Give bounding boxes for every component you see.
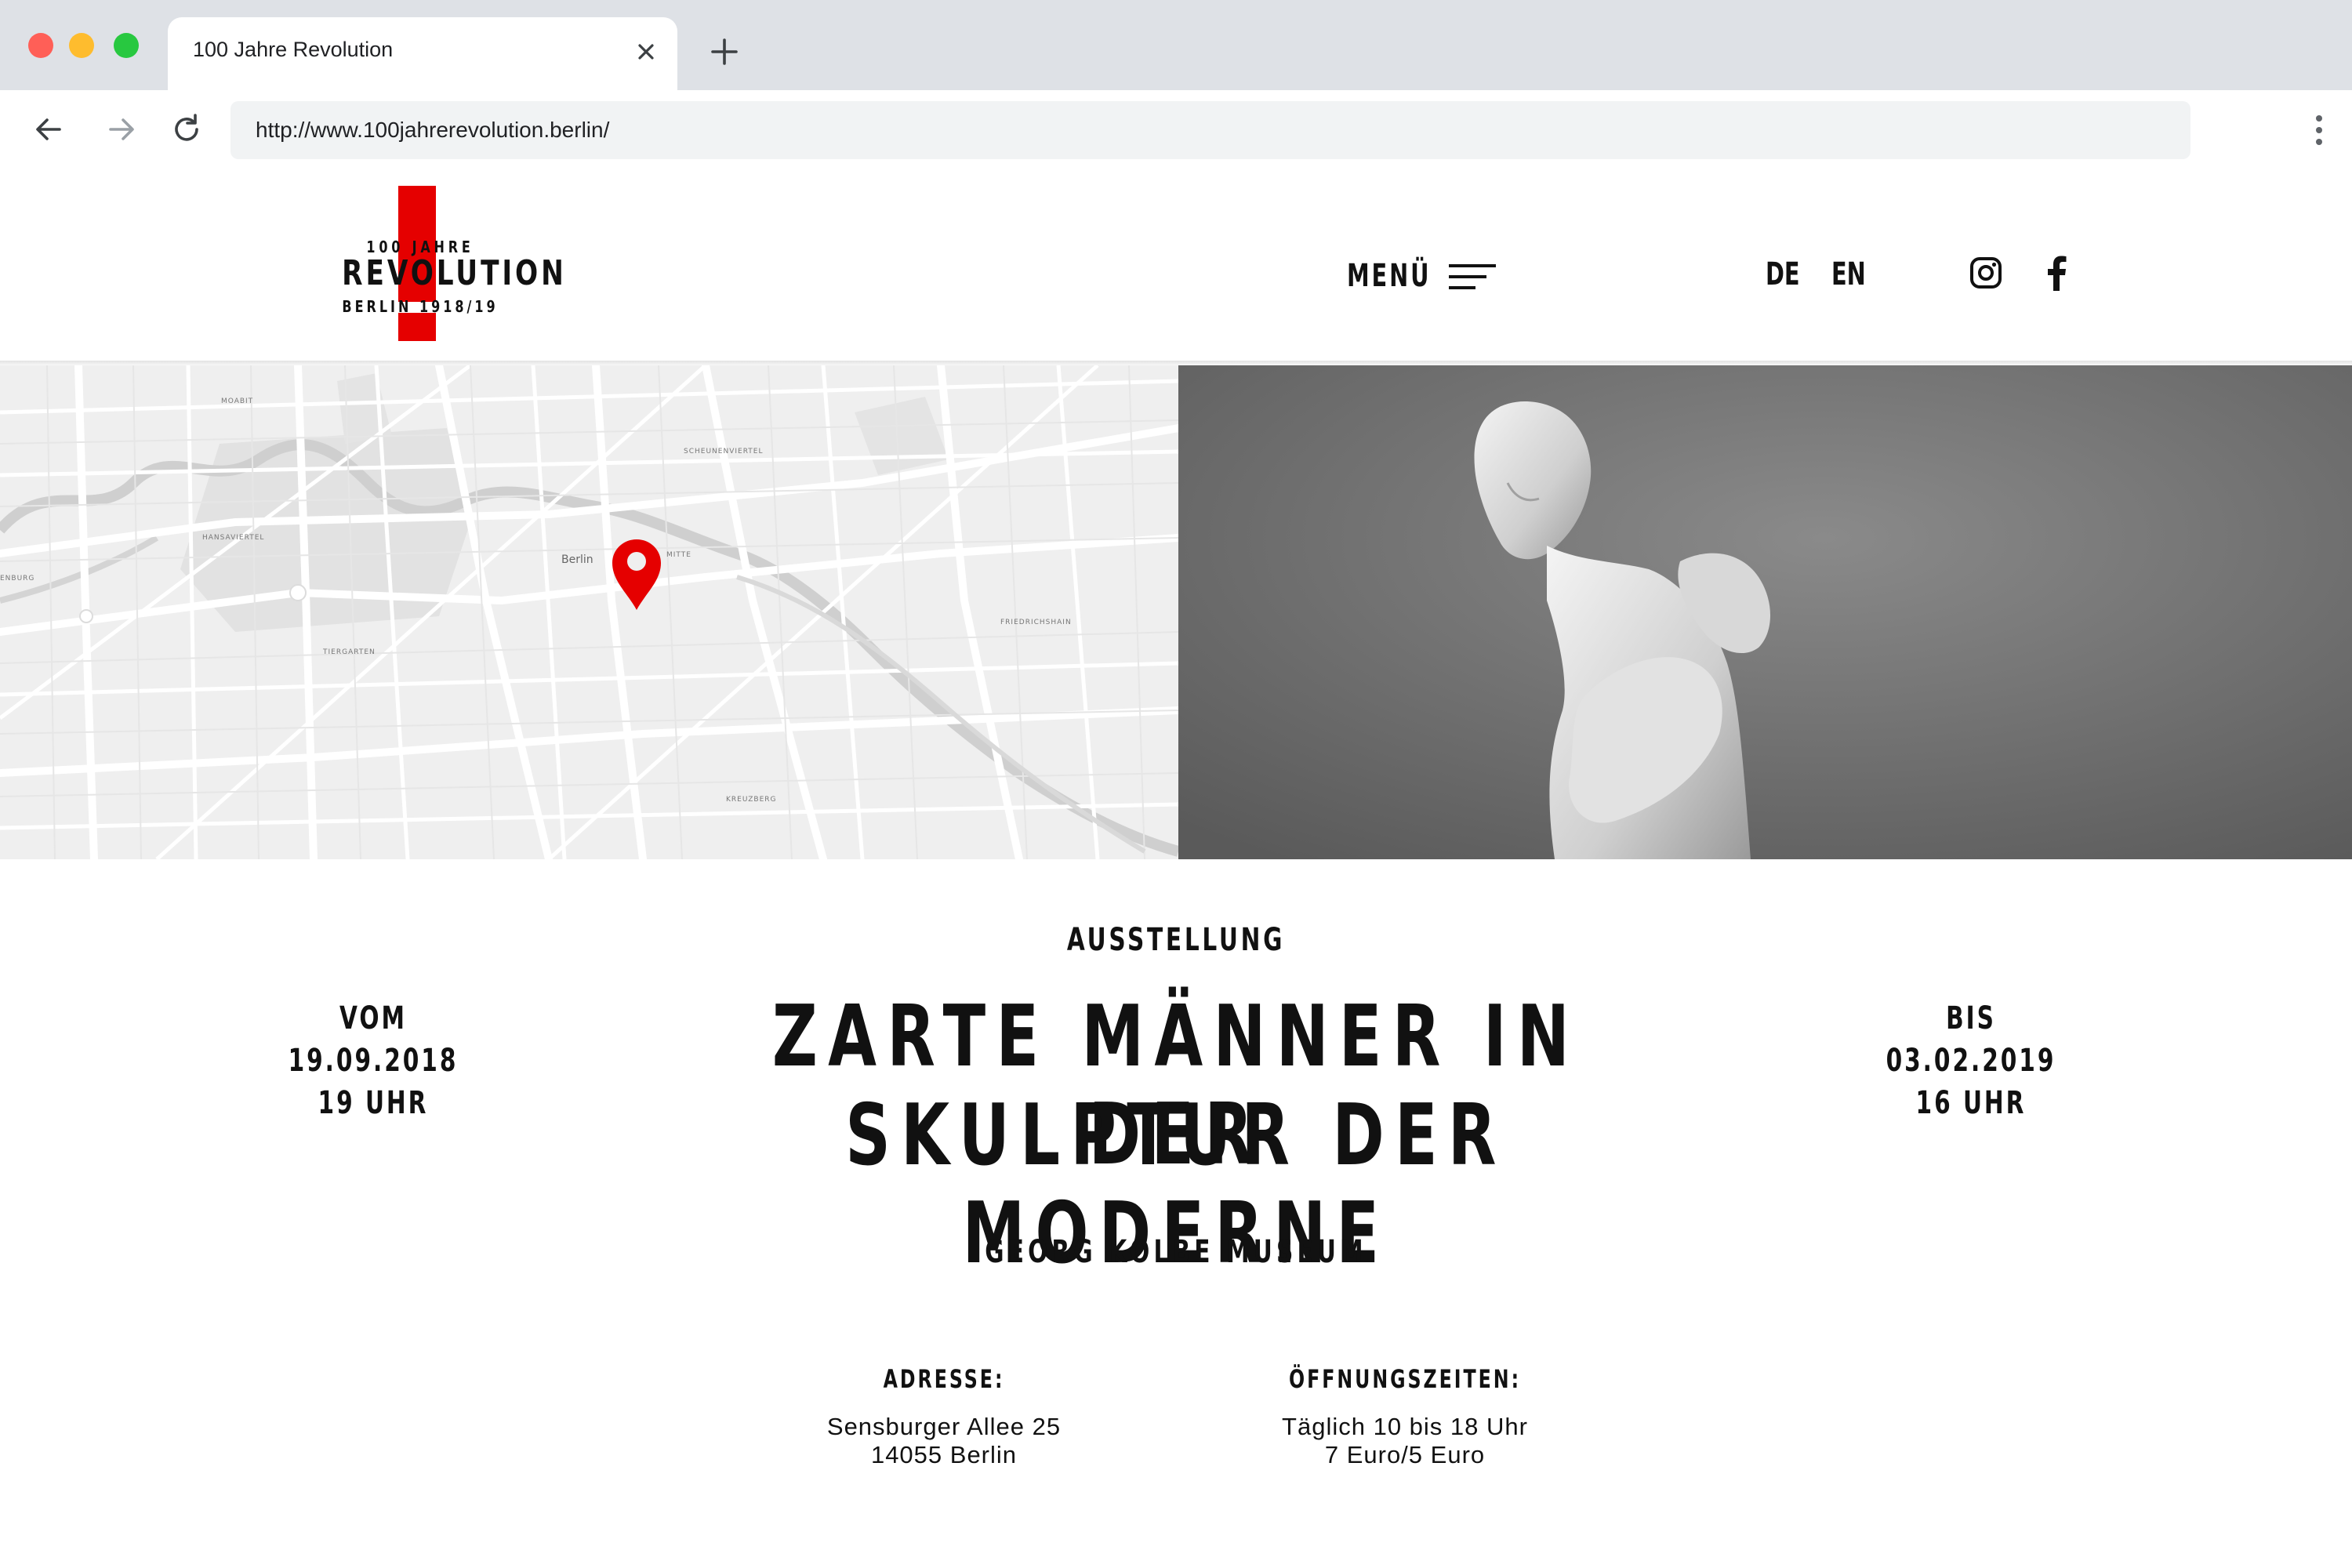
map-label-berlin: Berlin bbox=[561, 554, 593, 566]
window-maximize-button[interactable] bbox=[114, 33, 139, 58]
location-map[interactable]: MOABIT SCHEUNENVIERTEL HANSAVIERTEL Berl… bbox=[0, 365, 1178, 859]
start-date: 19.09.2018 bbox=[288, 1043, 459, 1079]
instagram-icon[interactable] bbox=[1969, 256, 2002, 289]
map-label-kreuzberg: KREUZBERG bbox=[726, 796, 777, 804]
window-minimize-button[interactable] bbox=[69, 33, 94, 58]
window-close-button[interactable] bbox=[28, 33, 53, 58]
start-time: 19 UHR bbox=[318, 1085, 429, 1121]
address-bar[interactable]: http://www.100jahrerevolution.berlin/ bbox=[230, 101, 2190, 159]
site-header: 100 JAHRE REVOLUTION BERLIN 1918/19 MENÜ… bbox=[0, 167, 2352, 365]
back-arrow-icon[interactable] bbox=[31, 112, 66, 147]
address-street: Sensburger Allee 25 bbox=[826, 1413, 1062, 1440]
opening-hours-time: Täglich 10 bis 18 Uhr bbox=[1282, 1413, 1528, 1440]
logo-exclamation-dot bbox=[398, 313, 436, 341]
language-de-link[interactable]: DE bbox=[1766, 256, 1800, 292]
browser-toolbar: http://www.100jahrerevolution.berlin/ bbox=[0, 90, 2352, 167]
forward-arrow-icon[interactable] bbox=[104, 112, 139, 147]
close-icon[interactable] bbox=[632, 38, 660, 66]
logo-text-main: REVOLUTION bbox=[342, 253, 567, 293]
language-en-link[interactable]: EN bbox=[1831, 256, 1866, 292]
map-label-charlottenburg: ENBURG bbox=[0, 575, 34, 583]
map-label-scheunenviertel: SCHEUNENVIERTEL bbox=[684, 448, 763, 456]
map-label-tiergarten: TIERGARTEN bbox=[322, 648, 376, 656]
opening-hours-price: 7 Euro/5 Euro bbox=[1324, 1441, 1486, 1468]
facebook-icon[interactable] bbox=[2045, 255, 2068, 291]
map-label-mitte: MITTE bbox=[666, 551, 691, 559]
browser-menu-icon[interactable] bbox=[2314, 115, 2324, 147]
address-city: 14055 Berlin bbox=[870, 1441, 1018, 1468]
tab-title: 100 Jahre Revolution bbox=[193, 38, 394, 61]
address-label: ADRESSE: bbox=[883, 1364, 1005, 1394]
url-text: http://www.100jahrerevolution.berlin/ bbox=[256, 118, 610, 142]
sculpture-photo bbox=[1178, 365, 2352, 859]
opening-hours-label: ÖFFNUNGSZEITEN: bbox=[1289, 1364, 1522, 1394]
map-label-moabit: MOABIT bbox=[221, 397, 253, 405]
end-label: BIS bbox=[1946, 1000, 1996, 1036]
event-venue: GEORG KOLBE MUSEUM bbox=[985, 1234, 1367, 1270]
site-logo[interactable]: 100 JAHRE REVOLUTION BERLIN 1918/19 bbox=[320, 186, 567, 343]
browser-tab[interactable]: 100 Jahre Revolution bbox=[168, 17, 677, 90]
reload-icon[interactable] bbox=[169, 112, 204, 147]
map-label-friedrichshain: FRIEDRICHSHAIN bbox=[1000, 619, 1072, 626]
start-label: VOM bbox=[339, 1000, 407, 1036]
event-type: AUSSTELLUNG bbox=[1066, 922, 1286, 958]
end-time: 16 UHR bbox=[1915, 1085, 2027, 1121]
hamburger-menu-icon[interactable] bbox=[1449, 261, 1496, 292]
logo-text-bottom: BERLIN 1918/19 bbox=[342, 297, 499, 316]
menu-label[interactable]: MENÜ bbox=[1347, 258, 1431, 294]
map-canvas: MOABIT SCHEUNENVIERTEL HANSAVIERTEL Berl… bbox=[0, 365, 1178, 859]
new-tab-plus-icon[interactable] bbox=[709, 36, 740, 67]
browser-tab-bar: 100 Jahre Revolution bbox=[0, 0, 2352, 90]
sculpture-image bbox=[1178, 365, 2352, 859]
map-label-hansaviertel: HANSAVIERTEL bbox=[202, 534, 264, 542]
end-date: 03.02.2019 bbox=[1886, 1043, 2056, 1079]
